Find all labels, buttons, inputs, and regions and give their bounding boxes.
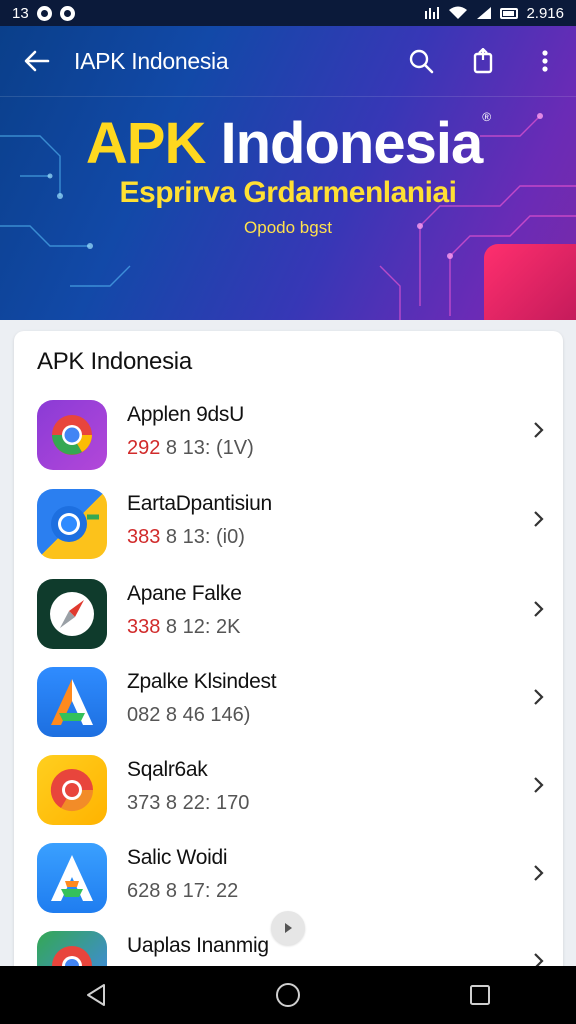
nav-recents-icon [470, 985, 490, 1005]
more-options-button[interactable] [514, 26, 576, 96]
battery-icon [500, 7, 519, 19]
scroll-button[interactable] [271, 911, 305, 945]
app-meta-lead: 338 [127, 616, 161, 638]
play-arrow-icon [285, 923, 292, 933]
status-right: 2.916 [424, 5, 564, 22]
hero-tagline: Opodo bgst [244, 218, 332, 237]
app-meta-lead: 292 [127, 437, 161, 459]
a-logo-icon [37, 667, 107, 737]
hero-subtitle: Esprirva Grdarmenlaniai [119, 176, 458, 209]
app-meta-lead: 082 [127, 704, 161, 726]
app-meta: 383 8 13: (i0) [127, 526, 245, 549]
a-blue-icon [37, 843, 107, 913]
app-meta-rest: 8 46 146) [160, 704, 251, 726]
app-name: Uaplas Inanmig [127, 934, 269, 957]
hero-title-part1: APK [85, 111, 206, 176]
share-icon [473, 48, 493, 74]
hero-decor-block [484, 244, 576, 320]
chevron-right-icon [534, 689, 544, 705]
app-meta: 628 8 17: 22 [127, 880, 238, 903]
app-meta-rest: 8 13: (1V) [160, 437, 254, 459]
chevron-right-icon [534, 422, 544, 438]
app-meta-rest: 8 12: 2K [160, 616, 241, 638]
list-item[interactable]: Applen 9dsU 292 8 13: (1V) [14, 385, 563, 473]
hero-banner: IAPK Indonesia APK Indonesia® Esprirva G… [0, 26, 576, 320]
back-button[interactable] [0, 26, 74, 96]
arrow-left-icon [24, 50, 50, 72]
chevron-right-icon [534, 511, 544, 527]
app-meta-lead: 373 [127, 792, 161, 814]
app-meta-lead: 628 [127, 880, 161, 902]
chrome-purple-icon [37, 400, 107, 470]
app-meta-rest: 8 17: 22 [160, 880, 239, 902]
status-time: 13 [12, 4, 29, 22]
nav-back-button[interactable] [66, 966, 126, 1024]
app-name: Salic Woidi [127, 846, 228, 869]
chevron-right-icon [534, 601, 544, 617]
app-name: EartaDpantisiun [127, 492, 272, 515]
hero-title-part2: Indonesia [220, 111, 484, 176]
notification-icon [59, 5, 75, 21]
app-name: Sqalr6ak [127, 758, 208, 781]
status-right-text: 2.916 [526, 4, 564, 22]
list-item[interactable]: Zpalke Klsindest 082 8 46 146) [14, 652, 563, 740]
chrome-yellow-icon [37, 755, 107, 825]
status-bar: 13 2.916 [0, 0, 576, 26]
app-meta: 082 8 46 146) [127, 704, 250, 727]
app-name: Zpalke Klsindest [127, 670, 277, 693]
app-meta: 292 8 13: (1V) [127, 437, 254, 460]
navigation-bar [0, 966, 576, 1024]
registered-mark: ® [482, 110, 491, 124]
hero-title: APK Indonesia® [0, 110, 576, 177]
app-list-card: APK Indonesia Applen 9dsU 292 8 13: (1V)… [14, 331, 563, 991]
app-meta-lead: 383 [127, 526, 161, 548]
chevron-right-icon [534, 865, 544, 881]
list-item[interactable]: Sqalr6ak 373 8 22: 170 [14, 740, 563, 828]
list-item[interactable]: EartaDpantisiun 383 8 13: (i0) [14, 474, 563, 562]
app-name: Apane Falke [127, 582, 242, 605]
list-item[interactable]: Salic Woidi 628 8 17: 22 [14, 828, 563, 916]
signal-icon [477, 7, 492, 19]
app-meta-rest: 8 22: 170 [160, 792, 250, 814]
app-bar: IAPK Indonesia [0, 26, 576, 97]
app-bar-title: IAPK Indonesia [74, 47, 229, 74]
nav-home-icon [276, 983, 300, 1007]
search-button[interactable] [390, 26, 452, 96]
network-icon [425, 7, 440, 19]
app-name: Applen 9dsU [127, 403, 244, 426]
search-icon [409, 49, 434, 74]
app-meta-rest: 8 13: (i0) [160, 526, 245, 548]
wifi-icon [449, 6, 468, 19]
chevron-right-icon [534, 777, 544, 793]
nav-recents-button[interactable] [450, 966, 510, 1024]
card-title: APK Indonesia [37, 348, 192, 375]
more-vert-icon [542, 50, 548, 72]
notification-icon [36, 5, 52, 21]
chrome-blue-icon [37, 489, 107, 559]
app-meta: 373 8 22: 170 [127, 792, 249, 815]
share-button[interactable] [452, 26, 514, 96]
list-item[interactable]: Apane Falke 338 8 12: 2K [14, 564, 563, 652]
status-left: 13 [12, 5, 75, 22]
nav-back-icon [87, 984, 105, 1006]
app-meta: 338 8 12: 2K [127, 616, 240, 639]
nav-home-button[interactable] [258, 966, 318, 1024]
compass-icon [37, 579, 107, 649]
